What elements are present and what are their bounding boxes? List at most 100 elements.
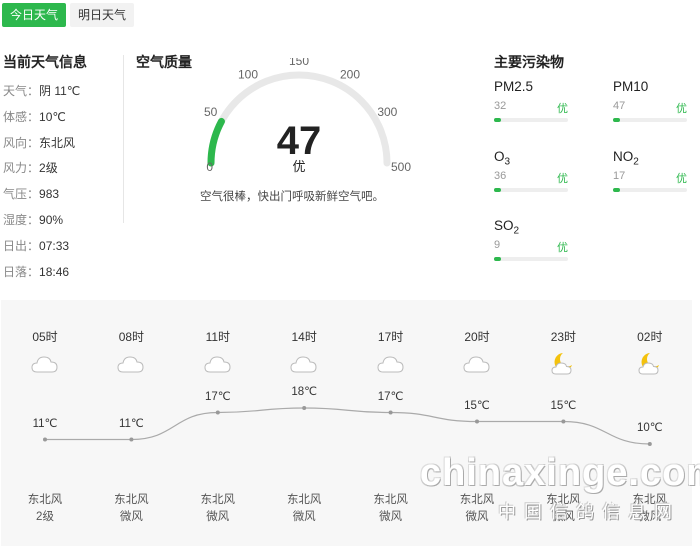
pollutants-title: 主要污染物 <box>494 54 564 70</box>
pollutant-level: 优 <box>557 241 568 254</box>
hour-wind: 东北风 微风 <box>188 492 248 526</box>
hour-temperature: 17℃ <box>204 390 231 403</box>
watermark-cn: 中国信鸽信息网 <box>498 502 680 522</box>
pollutant-bar <box>494 256 568 261</box>
temperature-point <box>215 410 220 415</box>
hour-temperature: 11℃ <box>118 417 144 430</box>
pollutant-name: NO2 <box>613 149 639 168</box>
pollutant-bar-fill <box>494 256 502 261</box>
pollutant-bar-fill <box>494 117 502 122</box>
tab-tomorrow[interactable]: 明日天气 <box>70 3 135 27</box>
tab-today[interactable]: 今日天气 <box>2 3 67 27</box>
info-row: 风向：东北风 <box>3 134 80 160</box>
pollutant-bar-fill <box>613 117 621 122</box>
temperature-point <box>647 442 652 446</box>
info-value: 18:46 <box>39 264 70 279</box>
info-row: 风力：2级 <box>3 159 80 185</box>
info-value: 2级 <box>39 161 58 176</box>
pollutant-item: NO2 17 优 <box>613 149 687 192</box>
info-label: 体感： <box>3 109 40 124</box>
wind-direction: 东北风 <box>286 494 322 506</box>
gauge-scale-label: 300 <box>377 105 397 119</box>
aqi-description: 空气很棒，快出门呼吸新鲜空气吧。 <box>200 191 384 203</box>
info-label: 气压： <box>3 187 40 202</box>
current-weather-title: 当前天气信息 <box>3 54 87 70</box>
pollutant-item: O3 36 优 <box>494 149 568 192</box>
info-row: 湿度：90% <box>3 211 80 237</box>
pollutant-value: 9 <box>494 238 501 251</box>
hour-temperature: 17℃ <box>377 390 404 403</box>
pollutant-item: SO2 9 优 <box>494 218 568 261</box>
hour-wind: 东北风 微风 <box>361 492 421 526</box>
pollutant-name: SO2 <box>494 218 520 237</box>
day-tabs: 今日天气 明日天气 <box>2 3 138 27</box>
pollutant-bar <box>494 187 568 192</box>
gauge-scale-label: 50 <box>204 105 218 119</box>
hour-wind: 东北风 2级 <box>15 492 75 526</box>
pollutant-item: PM2.5 32 优 <box>494 79 568 122</box>
pollutant-bar-fill <box>494 187 502 192</box>
temperature-point <box>561 419 566 424</box>
info-row: 日落：18:46 <box>3 263 80 289</box>
pollutant-level: 优 <box>557 172 568 185</box>
info-value: 10℃ <box>39 109 66 124</box>
info-label: 风力： <box>3 161 40 176</box>
hour-temperature: 11℃ <box>32 417 58 430</box>
pollutant-value: 36 <box>494 169 507 182</box>
aqi-value: 47 <box>277 119 322 163</box>
hour-temperature: 10℃ <box>636 422 663 434</box>
watermark-latin: chinaxinge.com <box>420 452 700 494</box>
pollutant-bar-fill <box>613 187 621 192</box>
info-row: 气压：983 <box>3 185 80 211</box>
info-label: 湿度： <box>3 212 40 227</box>
info-value: 东北风 <box>39 135 76 150</box>
gauge-fill <box>207 117 225 167</box>
hour-temperature: 18℃ <box>291 386 318 398</box>
gauge-scale-label: 500 <box>391 160 411 174</box>
wind-force: 微风 <box>292 511 316 523</box>
info-label: 日出： <box>3 238 40 253</box>
current-weather-list: 天气：阴 11℃ 体感：10℃ 风向：东北风 风力：2级 气压：983 湿度：90% 日出：… <box>3 82 80 288</box>
pollutant-level: 优 <box>557 102 568 115</box>
pollutant-name: PM2.5 <box>494 79 534 94</box>
temperature-point <box>43 437 47 442</box>
pollutant-level: 优 <box>676 172 687 185</box>
air-quality-title: 空气质量 <box>136 54 192 70</box>
pollutant-bar <box>613 117 687 122</box>
info-value: 90% <box>39 212 64 227</box>
hour-wind: 东北风 微风 <box>101 492 161 526</box>
hour-temperature: 15℃ <box>550 399 577 412</box>
gauge-scale-label: 150 <box>289 58 309 68</box>
gauge-scale-label: 200 <box>340 68 360 82</box>
info-row: 天气：阴 11℃ <box>3 82 80 108</box>
pollutant-value: 32 <box>494 99 507 112</box>
gauge-scale-label: 0 <box>206 160 213 174</box>
pollutant-name: O3 <box>494 149 511 168</box>
pollutant-bar <box>613 187 687 192</box>
aqi-gauge: 0 50 100 150 200 300 500 47 优 <box>204 58 411 175</box>
info-value: 983 <box>39 187 60 202</box>
info-label: 风向： <box>3 135 40 150</box>
wind-force: 微风 <box>206 511 230 523</box>
wind-direction: 东北风 <box>373 494 408 506</box>
temperature-point <box>475 419 479 424</box>
info-value: 07:33 <box>39 238 70 253</box>
pollutant-name: PM10 <box>613 79 649 94</box>
hour-temperature: 15℃ <box>464 399 490 412</box>
info-row: 体感：10℃ <box>3 108 80 134</box>
pollutant-item: PM10 47 优 <box>613 79 687 122</box>
wind-force: 微风 <box>119 511 143 523</box>
hour-wind: 东北风 微风 <box>274 492 334 526</box>
info-row: 日出：07:33 <box>3 237 80 263</box>
pollutant-value: 47 <box>613 99 626 112</box>
wind-force: 2级 <box>36 511 54 523</box>
temperature-point <box>129 437 134 442</box>
aqi-level: 优 <box>292 160 305 175</box>
divider <box>123 55 124 223</box>
temperature-point <box>302 406 307 410</box>
pollutant-value: 17 <box>613 169 626 182</box>
wind-direction: 东北风 <box>114 494 149 506</box>
info-value: 阴 11℃ <box>39 84 81 98</box>
info-label: 天气： <box>3 84 40 98</box>
info-label: 日落： <box>3 264 40 279</box>
